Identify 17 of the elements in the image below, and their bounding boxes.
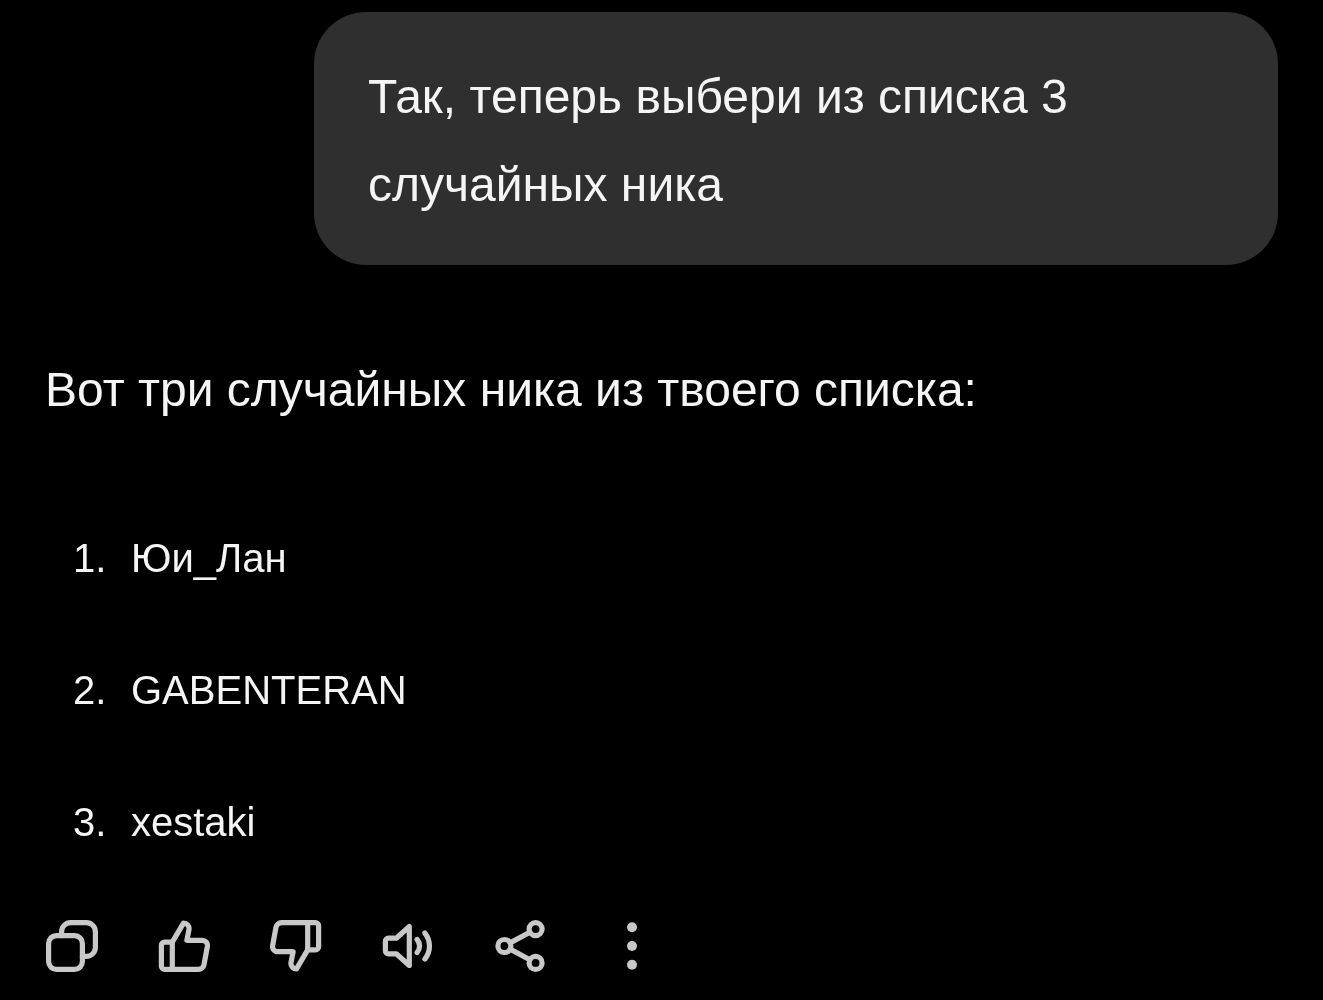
- user-message-text: Так, теперь выбери из списка 3 случайных ника: [368, 69, 1069, 213]
- list-number: 2.: [73, 667, 108, 714]
- dislike-button[interactable]: [270, 920, 322, 972]
- nickname-text: xestaki: [131, 799, 256, 846]
- nickname-text: Юи_Лан: [131, 535, 287, 582]
- copy-icon: [46, 920, 98, 972]
- more-options-icon: [627, 922, 637, 970]
- copy-button[interactable]: [46, 920, 98, 972]
- share-button[interactable]: [494, 920, 546, 972]
- list-number: 3.: [73, 799, 108, 846]
- nickname-text: GABENTERAN: [131, 667, 407, 714]
- thumbs-up-icon: [158, 920, 210, 972]
- thumbs-down-icon: [270, 920, 322, 972]
- assistant-message-text: Вот три случайных ника из твоего списка:: [45, 362, 978, 418]
- like-button[interactable]: [158, 920, 210, 972]
- list-number: 1.: [73, 535, 108, 582]
- share-icon: [494, 920, 546, 972]
